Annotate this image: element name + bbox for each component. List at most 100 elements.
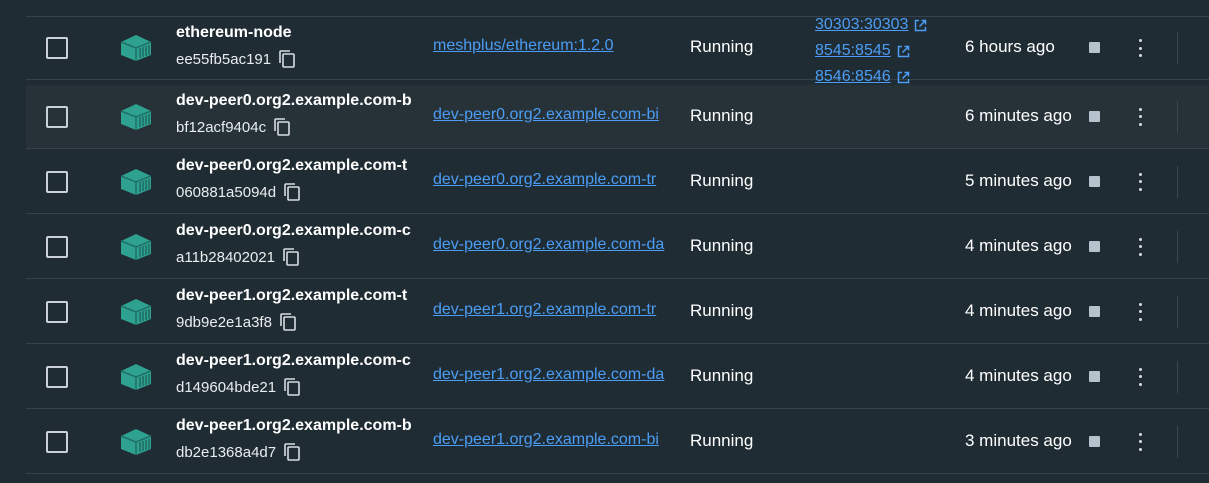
image-link[interactable]: dev-peer0.org2.example.com-tr — [433, 171, 677, 189]
row-checkbox[interactable] — [46, 365, 68, 388]
table-row[interactable]: dev-peer1.org2.example.com-c d149604bde2… — [26, 345, 1209, 409]
container-id-text: 060881a5094d — [176, 183, 277, 201]
kebab-menu-icon[interactable] — [1136, 302, 1144, 321]
kebab-menu-icon[interactable] — [1136, 432, 1144, 451]
column-divider — [1177, 230, 1178, 263]
container-id-text: bf12acf9404c — [176, 118, 267, 136]
started-time: 3 minutes ago — [965, 430, 1072, 450]
image-link[interactable]: dev-peer1.org2.example.com-bi — [433, 431, 677, 449]
kebab-menu-icon[interactable] — [1136, 107, 1144, 126]
table-row[interactable]: dev-peer1.org2.example.com-t 9db9e2e1a3f… — [26, 280, 1209, 344]
container-id-text: ee55fb5ac191 — [176, 50, 272, 68]
column-divider — [1177, 32, 1178, 64]
external-link-icon[interactable] — [914, 19, 927, 32]
container-name[interactable]: dev-peer1.org2.example.com-t — [176, 287, 420, 305]
copy-icon[interactable] — [282, 247, 300, 267]
column-divider — [1177, 165, 1178, 198]
port-mapping[interactable]: 8545:8545 — [815, 38, 927, 64]
ports-list: 30303:30303 8545:8545 8546:8546 — [815, 12, 927, 90]
started-time: 4 minutes ago — [965, 300, 1072, 320]
table-row[interactable]: dev-peer1.org2.example.com-b db2e1368a4d… — [26, 410, 1209, 474]
container-id: ee55fb5ac191 — [176, 49, 296, 69]
row-checkbox[interactable] — [46, 235, 68, 258]
kebab-menu-icon[interactable] — [1136, 237, 1144, 256]
container-name[interactable]: dev-peer0.org2.example.com-b — [176, 92, 420, 110]
kebab-menu-icon[interactable] — [1136, 367, 1144, 386]
status-text: Running — [690, 300, 754, 320]
column-divider — [1177, 425, 1178, 458]
container-name[interactable]: dev-peer1.org2.example.com-b — [176, 417, 420, 435]
status-text: Running — [690, 235, 754, 255]
external-link-icon[interactable] — [897, 71, 910, 84]
container-icon — [120, 35, 152, 61]
copy-icon[interactable] — [278, 49, 296, 69]
row-checkbox[interactable] — [46, 37, 68, 59]
copy-icon[interactable] — [283, 377, 301, 397]
container-name[interactable]: dev-peer0.org2.example.com-t — [176, 157, 420, 175]
started-time: 5 minutes ago — [965, 170, 1072, 190]
image-link[interactable]: dev-peer0.org2.example.com-bi — [433, 106, 677, 124]
row-checkbox[interactable] — [46, 300, 68, 323]
copy-icon[interactable] — [283, 442, 301, 462]
started-time: 6 minutes ago — [965, 105, 1072, 125]
started-time: 4 minutes ago — [965, 235, 1072, 255]
kebab-menu-icon[interactable] — [1136, 172, 1144, 191]
table-row[interactable]: dev-peer0.org2.example.com-c a11b2840202… — [26, 215, 1209, 279]
container-name[interactable]: ethereum-node — [176, 24, 420, 42]
started-time: 4 minutes ago — [965, 365, 1072, 385]
status-text: Running — [690, 105, 754, 125]
image-link[interactable]: meshplus/ethereum:1.2.0 — [433, 37, 677, 55]
status-text: Running — [690, 170, 754, 190]
container-id: d149604bde21 — [176, 377, 301, 397]
kebab-menu-icon[interactable] — [1136, 39, 1144, 57]
image-link[interactable]: dev-peer1.org2.example.com-tr — [433, 301, 677, 319]
container-id-text: a11b28402021 — [176, 248, 275, 266]
container-icon — [120, 233, 152, 260]
external-link-icon[interactable] — [897, 45, 910, 58]
port-link[interactable]: 30303:30303 — [815, 12, 908, 38]
image-link[interactable]: dev-peer0.org2.example.com-da — [433, 236, 677, 254]
stop-icon[interactable] — [1089, 175, 1100, 187]
status-text: Running — [690, 365, 754, 385]
container-id: 060881a5094d — [176, 182, 301, 202]
column-divider — [1177, 360, 1178, 393]
copy-icon[interactable] — [283, 182, 301, 202]
container-id: a11b28402021 — [176, 247, 300, 267]
container-id: 9db9e2e1a3f8 — [176, 312, 297, 332]
stop-icon[interactable] — [1089, 435, 1100, 447]
stop-icon[interactable] — [1089, 110, 1100, 122]
container-icon — [120, 363, 152, 390]
container-icon — [120, 103, 152, 130]
container-name[interactable]: dev-peer1.org2.example.com-c — [176, 352, 420, 370]
stop-icon[interactable] — [1089, 42, 1100, 53]
copy-icon[interactable] — [273, 117, 291, 137]
row-checkbox[interactable] — [46, 170, 68, 193]
port-mapping[interactable]: 30303:30303 — [815, 12, 927, 38]
row-checkbox[interactable] — [46, 105, 68, 128]
table-row[interactable]: dev-peer0.org2.example.com-b bf12acf9404… — [26, 85, 1209, 149]
stop-icon[interactable] — [1089, 305, 1100, 317]
containers-table: ethereum-node ee55fb5ac191 meshplus/ethe… — [0, 0, 1209, 483]
container-id-text: db2e1368a4d7 — [176, 443, 277, 461]
column-divider — [1177, 100, 1178, 133]
container-icon — [120, 168, 152, 195]
container-icon — [120, 298, 152, 325]
image-link[interactable]: dev-peer1.org2.example.com-da — [433, 366, 677, 384]
stop-icon[interactable] — [1089, 240, 1100, 252]
column-divider — [1177, 295, 1178, 328]
status-text: Running — [690, 37, 754, 56]
container-icon — [120, 428, 152, 455]
container-name[interactable]: dev-peer0.org2.example.com-c — [176, 222, 420, 240]
started-time: 6 hours ago — [965, 37, 1055, 56]
table-row[interactable]: ethereum-node ee55fb5ac191 meshplus/ethe… — [26, 16, 1209, 85]
stop-icon[interactable] — [1089, 370, 1100, 382]
table-row[interactable]: dev-peer0.org2.example.com-t 060881a5094… — [26, 150, 1209, 214]
copy-icon[interactable] — [279, 312, 297, 332]
container-id-text: 9db9e2e1a3f8 — [176, 313, 272, 331]
container-id: db2e1368a4d7 — [176, 442, 301, 462]
port-link[interactable]: 8545:8545 — [815, 38, 891, 64]
container-id-text: d149604bde21 — [176, 378, 277, 396]
container-id: bf12acf9404c — [176, 117, 291, 137]
row-checkbox[interactable] — [46, 430, 68, 453]
status-text: Running — [690, 430, 754, 450]
